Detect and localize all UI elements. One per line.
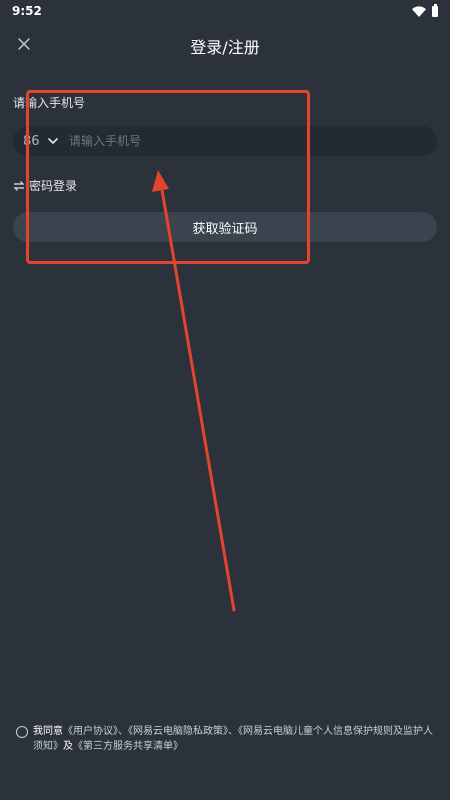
user-agreement-link[interactable]: 《用户协议》 xyxy=(63,726,118,737)
status-icons xyxy=(412,3,438,17)
status-bar: 9:52 xyxy=(0,0,450,22)
agree-sep-2: 、 xyxy=(228,726,238,737)
phone-label: 请输入手机号 xyxy=(13,96,86,110)
phone-input[interactable] xyxy=(69,126,437,156)
third-party-list-link[interactable]: 《第三方服务共享清单》 xyxy=(73,741,183,752)
agree-and: 及 xyxy=(63,741,73,752)
password-login-link[interactable]: 密码登录 xyxy=(13,177,77,194)
status-time: 9:52 xyxy=(12,4,42,18)
agree-sep-1: 、 xyxy=(118,726,128,737)
swap-icon xyxy=(13,180,25,191)
agreement-text: 我同意《用户协议》、《网易云电脑隐私政策》、《网易云电脑儿童个人信息保护规则及监… xyxy=(33,724,436,754)
header: 登录/注册 xyxy=(0,26,450,64)
wifi-icon xyxy=(412,5,426,17)
privacy-policy-link[interactable]: 《网易云电脑隐私政策》 xyxy=(128,726,228,737)
country-code-value: 86 xyxy=(23,133,40,149)
page-title: 登录/注册 xyxy=(190,38,260,57)
password-login-label: 密码登录 xyxy=(29,179,78,193)
get-code-button[interactable]: 获取验证码 xyxy=(13,212,437,242)
annotation-arrow xyxy=(152,170,236,612)
battery-icon xyxy=(432,3,438,17)
phone-input-row: 86 xyxy=(13,126,437,156)
agree-radio[interactable] xyxy=(16,726,28,738)
agreement-row: 我同意《用户协议》、《网易云电脑隐私政策》、《网易云电脑儿童个人信息保护规则及监… xyxy=(16,724,436,754)
chevron-down-icon xyxy=(47,137,58,144)
agree-prefix: 我同意 xyxy=(33,726,63,737)
country-code-selector[interactable]: 86 xyxy=(13,134,69,149)
